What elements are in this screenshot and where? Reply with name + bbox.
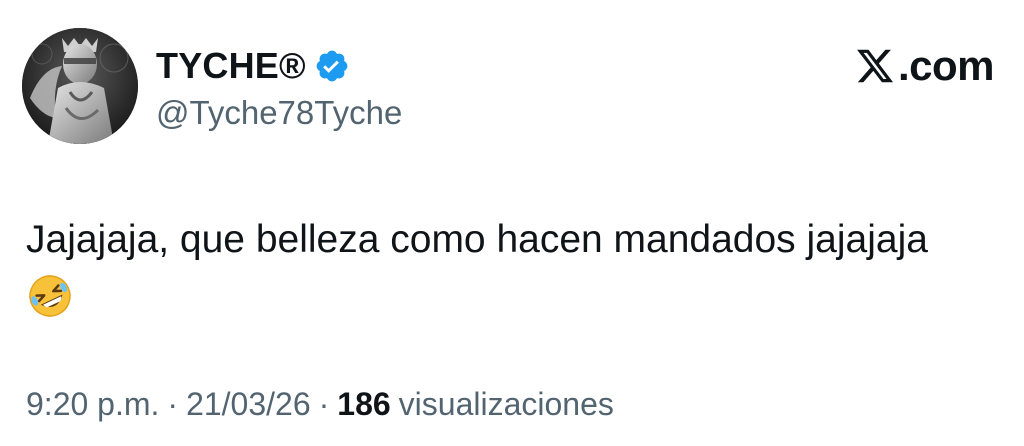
rolling-on-the-floor-laughing-emoji	[26, 272, 74, 320]
meta-separator: ·	[167, 386, 179, 422]
verified-badge-icon	[314, 48, 350, 84]
views-count: 186	[337, 386, 391, 422]
statue-avatar-image	[22, 28, 138, 144]
meta-separator: ·	[318, 386, 330, 422]
author-name-row: TYCHE®	[156, 44, 350, 88]
tweet-date[interactable]: 21/03/26	[186, 386, 311, 423]
author-display-name[interactable]: TYCHE®	[156, 45, 306, 87]
brand-mark: .com	[854, 42, 995, 89]
tweet-time[interactable]: 9:20 p.m.	[26, 386, 159, 423]
author-handle[interactable]: @Tyche78Tyche	[156, 94, 402, 132]
x-logo-icon	[854, 46, 896, 86]
tweet-card: TYCHE® @Tyche78Tyche .com Jajajaja, que …	[0, 0, 1024, 446]
author-avatar[interactable]	[22, 28, 138, 144]
views-label: visualizaciones	[398, 386, 614, 422]
tweet-meta: 9:20 p.m. · 21/03/26 · 186 visualizacion…	[26, 386, 614, 423]
tweet-body-text: Jajajaja, que belleza como hacen mandado…	[26, 218, 928, 261]
brand-domain-text: .com	[897, 42, 995, 89]
